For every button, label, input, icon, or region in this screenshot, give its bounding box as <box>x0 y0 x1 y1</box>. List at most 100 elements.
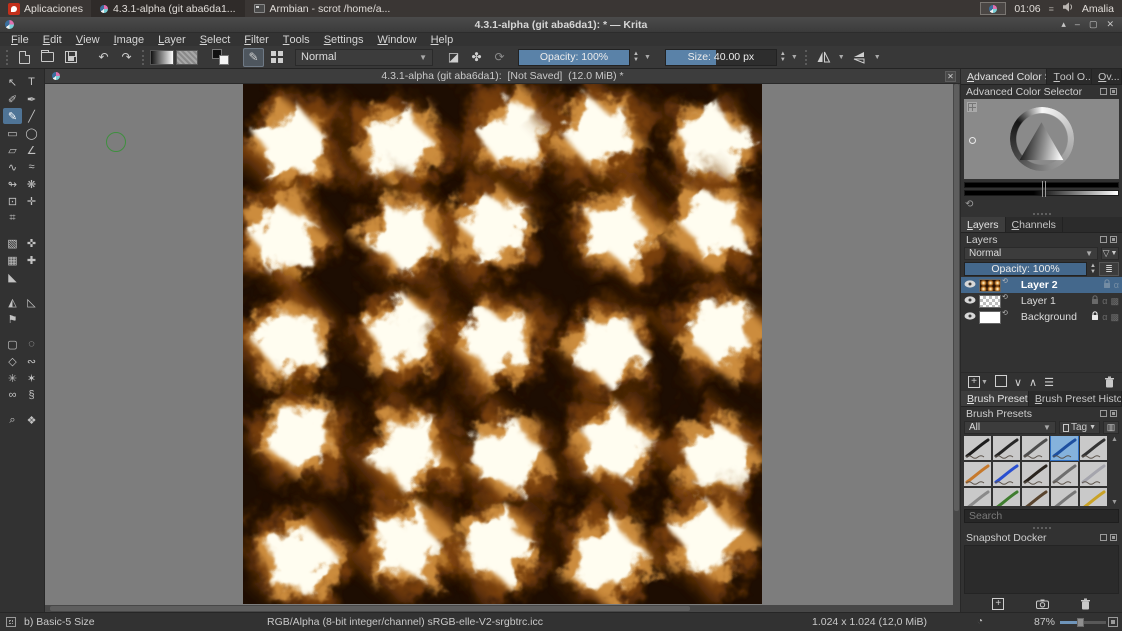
opacity-spinner[interactable]: ▲▼ <box>632 51 640 63</box>
size-spinner[interactable]: ▲▼ <box>779 51 787 63</box>
brush-preset-7[interactable] <box>993 462 1020 486</box>
brush-preset-2[interactable] <box>993 436 1020 460</box>
create-snapshot-button[interactable]: + <box>992 598 1004 610</box>
tab-brush-presets[interactable]: Brush Presets <box>961 391 1029 406</box>
close-docker-icon[interactable] <box>1110 534 1117 541</box>
memory-usage-icon[interactable]: ◔ <box>977 616 983 627</box>
mirror-vertical-button[interactable] <box>849 48 870 67</box>
tool-pattern-edit[interactable]: ▦ <box>3 252 22 268</box>
brush-preset-8[interactable] <box>1022 462 1049 486</box>
tab-tool-o-[interactable]: Tool O... <box>1047 69 1092 84</box>
menu-item-window[interactable]: Window <box>370 33 423 46</box>
tab-layers[interactable]: Layers <box>961 217 1006 232</box>
pattern-chooser-button[interactable] <box>176 48 198 67</box>
tool-polygonal-select[interactable]: ◇ <box>3 353 22 369</box>
brush-preset-1[interactable] <box>964 436 991 460</box>
alpha-lock-icon[interactable]: α <box>1102 296 1107 306</box>
layer-blending-mode-select[interactable]: Normal ▼ <box>964 247 1098 260</box>
tool-measure[interactable]: ◺ <box>22 294 41 310</box>
close-docker-icon[interactable] <box>1110 410 1117 417</box>
layer-row-background[interactable]: ⟲Backgroundα▩ <box>961 309 1122 325</box>
brush-size-slider[interactable]: Size: 40.00 px <box>665 49 777 66</box>
tool-rectangular-select[interactable]: ▢ <box>3 336 22 352</box>
tool-similar-color-select[interactable]: ✳ <box>3 370 22 386</box>
brush-preset-13[interactable] <box>1022 488 1049 506</box>
tab-ov-[interactable]: Ov... <box>1092 69 1122 84</box>
applications-menu-button[interactable]: Aplicaciones <box>0 0 91 17</box>
close-docker-icon[interactable] <box>1110 88 1117 95</box>
float-docker-icon[interactable] <box>1100 410 1107 417</box>
horizontal-scrollbar[interactable] <box>45 605 960 612</box>
switch-to-snapshot-button[interactable] <box>1036 599 1049 609</box>
tool-crop[interactable]: ⌗ <box>3 210 22 226</box>
mirror-vertical-dropdown-icon[interactable]: ▼ <box>872 54 883 61</box>
document-subwindow-titlebar[interactable]: 4.3.1-alpha (git aba6da1): [Not Saved] (… <box>45 69 960 84</box>
menu-item-settings[interactable]: Settings <box>317 33 371 46</box>
menu-item-edit[interactable]: Edit <box>36 33 69 46</box>
reload-preset-button[interactable]: ✤ <box>466 48 487 67</box>
preset-scrollbar[interactable]: ▲▼ <box>1110 436 1119 506</box>
edit-brush-settings-button[interactable]: ✎ <box>243 48 264 67</box>
tool-freehand-brush[interactable]: ✎ <box>3 108 22 124</box>
tool-bezier-curve[interactable]: ∿ <box>3 159 22 175</box>
menu-item-view[interactable]: View <box>69 33 107 46</box>
tool-pan[interactable]: ❖ <box>22 412 41 428</box>
tool-dynamic-brush[interactable]: ↬ <box>3 176 22 192</box>
menu-item-select[interactable]: Select <box>193 33 238 46</box>
alpha-lock-icon[interactable]: α <box>1114 280 1119 290</box>
document-close-button[interactable]: ✕ <box>945 71 956 82</box>
tool-elliptical-select[interactable]: ◌ <box>22 336 41 352</box>
brush-preset-12[interactable] <box>993 488 1020 506</box>
close-button[interactable]: ✕ <box>1106 19 1114 30</box>
advanced-color-selector-header[interactable]: Advanced Color Selector <box>961 85 1122 98</box>
canvas-viewport[interactable] <box>45 84 960 605</box>
brush-presets-header[interactable]: Brush Presets <box>961 407 1122 420</box>
layer-row-layer-2[interactable]: ⟲Layer 2α <box>961 277 1122 293</box>
layer-opacity-slider[interactable]: Opacity: 100% <box>964 262 1087 276</box>
layer-row-layer-1[interactable]: ⟲Layer 1α▩ <box>961 293 1122 309</box>
menu-item-file[interactable]: File <box>4 33 36 46</box>
color-slider-2[interactable] <box>964 190 1119 196</box>
tool-text[interactable]: T <box>22 74 41 90</box>
layer-styles-icon[interactable]: ▩ <box>1110 312 1119 323</box>
menu-item-filter[interactable]: Filter <box>237 33 275 46</box>
float-docker-icon[interactable] <box>1100 236 1107 243</box>
float-docker-icon[interactable] <box>1100 88 1107 95</box>
menu-item-help[interactable]: Help <box>424 33 461 46</box>
save-button[interactable] <box>60 48 81 67</box>
move-layer-down-button[interactable]: ∨ <box>1014 376 1022 389</box>
layer-filter-button[interactable]: ▽▼ <box>1101 247 1119 260</box>
size-dropdown-icon[interactable]: ▼ <box>789 54 800 61</box>
color-reset-icon[interactable]: ⟲ <box>965 199 973 210</box>
layers-header[interactable]: Layers <box>961 233 1122 246</box>
tool-assistants[interactable]: ◭ <box>3 294 22 310</box>
toolbar-grip2[interactable] <box>142 50 145 65</box>
brush-search-input[interactable] <box>964 509 1119 523</box>
opacity-dropdown-icon[interactable]: ▼ <box>642 54 653 61</box>
brush-preset-11[interactable] <box>964 488 991 506</box>
reload-original-preset-button[interactable]: ⟳ <box>489 48 510 67</box>
layer-opacity-spinner[interactable]: ▲▼ <box>1089 263 1097 275</box>
eraser-mode-button[interactable]: ◪ <box>443 48 464 67</box>
redo-button[interactable]: ↷ <box>116 48 137 67</box>
tool-polyline[interactable]: ∠ <box>22 142 41 158</box>
menu-item-layer[interactable]: Layer <box>151 33 193 46</box>
tool-color-sampler[interactable]: ✜ <box>22 235 41 251</box>
zoom-slider-handle[interactable] <box>1077 618 1084 627</box>
color-selector-settings-icon[interactable] <box>967 102 977 112</box>
tool-move[interactable]: ✛ <box>22 193 41 209</box>
notifications-icon[interactable]: ≡ <box>1049 4 1054 14</box>
close-docker-icon[interactable] <box>1110 236 1117 243</box>
tool-contiguous-select[interactable]: ✶ <box>22 370 41 386</box>
tool-select-shapes[interactable]: ↖ <box>3 74 22 90</box>
tool-ellipse[interactable]: ◯ <box>22 125 41 141</box>
color-selector-wheel[interactable] <box>964 99 1119 179</box>
tool-calligraphy[interactable]: ✒ <box>22 91 41 107</box>
snapshot-list[interactable] <box>964 545 1119 594</box>
float-docker-icon[interactable] <box>1100 534 1107 541</box>
layer-view-options-button[interactable]: ≣ <box>1099 262 1119 276</box>
vertical-scrollbar[interactable] <box>953 84 960 605</box>
layer-lock-icon[interactable] <box>1091 311 1099 324</box>
toolbar-grip[interactable] <box>6 50 9 65</box>
tool-gradient[interactable]: ▧ <box>3 235 22 251</box>
